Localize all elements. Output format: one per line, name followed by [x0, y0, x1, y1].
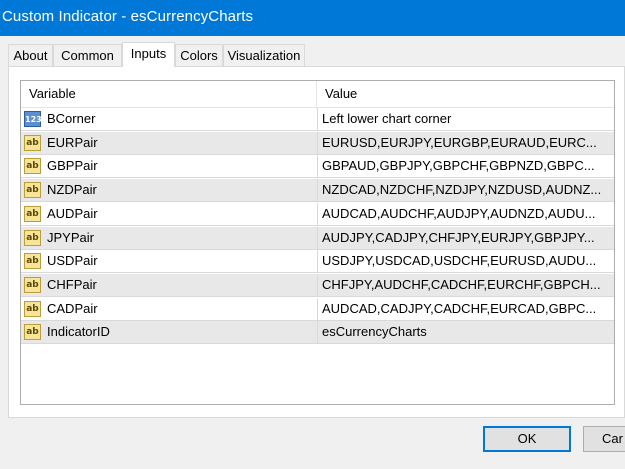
string-type-icon: ab — [24, 158, 41, 175]
tab-inputs[interactable]: Inputs — [122, 42, 175, 67]
value-cell[interactable]: AUDJPY,CADJPY,CHFJPY,EURJPY,GBPJPY... — [318, 227, 614, 249]
variable-name: CHFPair — [47, 276, 97, 292]
number-type-icon: 123 — [24, 111, 42, 127]
variable-cell: ab NZDPair — [21, 179, 318, 202]
variable-cell: ab GBPPair — [21, 155, 318, 178]
variable-name: AUDPair — [47, 205, 98, 221]
variable-cell: ab CADPair — [21, 297, 318, 320]
variable-cell: ab USDPair — [21, 250, 318, 273]
table-row[interactable]: ab USDPair USDJPY,USDCAD,USDCHF,EURUSD,AUD… — [21, 250, 614, 274]
variable-name: GBPPair — [47, 158, 98, 174]
string-type-icon: ab — [24, 134, 41, 151]
table-row[interactable]: ab JPYPair AUDJPY,CADJPY,CHFJPY,EURJPY,GBP… — [21, 226, 614, 250]
tab-colors[interactable]: Colors — [175, 44, 223, 66]
variable-cell: ab JPYPair — [21, 226, 318, 249]
table-row[interactable]: ab AUDPair AUDCAD,AUDCHF,AUDJPY,AUDNZD,AUD… — [21, 202, 614, 226]
string-type-icon: ab — [24, 229, 41, 246]
table-row[interactable]: ab CADPair AUDCAD,CADJPY,CADCHF,EURCAD,GBP… — [21, 297, 614, 321]
variable-name: CADPair — [47, 300, 98, 316]
variable-cell: 123 BCorner — [21, 108, 318, 130]
variable-cell: ab AUDPair — [21, 202, 318, 225]
inputs-panel: Variable Value 123 BCorner Left lower char… — [8, 66, 625, 418]
variable-name: IndicatorID — [47, 324, 110, 340]
value-cell[interactable]: USDJPY,USDCAD,USDCHF,EURUSD,AUDU... — [318, 250, 614, 272]
value-cell[interactable]: CHFJPY,AUDCHF,CADCHF,EURCHF,GBPCH... — [318, 274, 614, 296]
value-cell[interactable]: Left lower chart corner — [318, 108, 614, 130]
value-cell[interactable]: AUDCAD,CADJPY,CADCHF,EURCAD,GBPC... — [318, 298, 614, 320]
variable-cell: ab IndicatorID — [21, 321, 318, 344]
table-row[interactable]: ab IndicatorID esCurrencyCharts — [21, 321, 614, 345]
table-row[interactable]: 123 BCorner Left lower chart corner — [21, 108, 614, 131]
value-cell[interactable]: esCurrencyCharts — [318, 321, 614, 343]
inputs-grid: Variable Value 123 BCorner Left lower char… — [20, 80, 615, 405]
table-row[interactable]: ab CHFPair CHFJPY,AUDCHF,CADCHF,EURCHF,GBP… — [21, 273, 614, 297]
window-title: Custom Indicator - esCurrencyCharts — [2, 8, 254, 25]
column-header-variable[interactable]: Variable — [21, 81, 317, 107]
ok-button[interactable]: OK — [483, 426, 571, 452]
value-cell[interactable]: AUDCAD,AUDCHF,AUDJPY,AUDNZD,AUDU... — [318, 203, 614, 225]
tab-visualization[interactable]: Visualization — [223, 44, 305, 66]
value-cell[interactable]: EURUSD,EURJPY,EURGBP,EURAUD,EURC... — [318, 132, 614, 154]
title-bar[interactable]: Custom Indicator - esCurrencyCharts — [0, 0, 625, 36]
string-type-icon: ab — [24, 300, 41, 317]
variable-name: BCorner — [47, 111, 96, 126]
column-header-value[interactable]: Value — [317, 81, 614, 107]
table-row[interactable]: ab EURPair EURUSD,EURJPY,EURGBP,EURAUD,EUR… — [21, 131, 614, 155]
variable-name: EURPair — [47, 134, 98, 150]
variable-name: USDPair — [47, 253, 98, 269]
string-type-icon: ab — [24, 253, 41, 270]
string-type-icon: ab — [24, 205, 41, 222]
variable-cell: ab EURPair — [21, 131, 318, 154]
grid-header: Variable Value — [21, 81, 614, 108]
table-row[interactable]: ab GBPPair GBPAUD,GBPJPY,GBPCHF,GBPNZD,GBP… — [21, 155, 614, 179]
variable-cell: ab CHFPair — [21, 273, 318, 296]
string-type-icon: ab — [24, 276, 41, 293]
variable-name: NZDPair — [47, 182, 97, 198]
tab-about[interactable]: About — [8, 44, 53, 66]
string-type-icon: ab — [24, 182, 41, 199]
tab-common[interactable]: Common — [53, 44, 122, 66]
table-row[interactable]: ab NZDPair NZDCAD,NZDCHF,NZDJPY,NZDUSD,AUD… — [21, 179, 614, 203]
string-type-icon: ab — [24, 324, 41, 341]
value-cell[interactable]: GBPAUD,GBPJPY,GBPCHF,GBPNZD,GBPC... — [318, 155, 614, 177]
variable-name: JPYPair — [47, 229, 94, 245]
cancel-button[interactable]: Car — [583, 426, 625, 452]
value-cell[interactable]: NZDCAD,NZDCHF,NZDJPY,NZDUSD,AUDNZ... — [318, 179, 614, 201]
